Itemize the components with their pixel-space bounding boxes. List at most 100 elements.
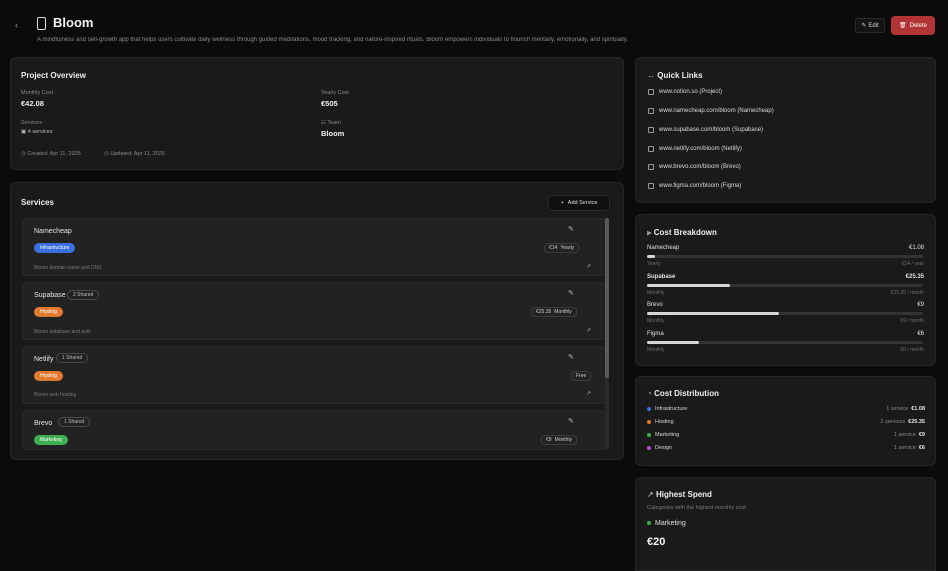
external-link-icon[interactable]: ↗	[586, 263, 591, 270]
phone-icon	[37, 17, 46, 30]
category-name: Design	[655, 445, 673, 451]
edit-service-icon[interactable]: ✎	[568, 289, 574, 297]
breakdown-rate: €25.35 / month	[890, 290, 924, 296]
scrollbar-thumb[interactable]	[605, 218, 609, 378]
distribution-row: Hosting 2 services €25.35	[647, 419, 925, 425]
distribution-meta: 2 services €25.35	[880, 419, 925, 425]
quick-link-label: www.netlify.com/bloom (Netlify)	[659, 146, 742, 152]
shared-chip: 1 Shared	[58, 417, 91, 427]
delete-button[interactable]: 🗑 Delete	[891, 16, 935, 35]
distribution-meta: 1 service €6	[894, 445, 925, 451]
external-link-icon[interactable]: ↗	[586, 327, 591, 334]
price-period: Monthly	[554, 309, 572, 315]
trash-icon: 🗑	[899, 23, 907, 29]
breakdown-value: €6	[917, 331, 924, 337]
services-scrollbar[interactable]	[605, 218, 609, 450]
edit-service-icon[interactable]: ✎	[568, 353, 574, 361]
external-link-icon	[648, 127, 654, 133]
service-item-supabase[interactable]: Supabase 2 Shared Hosting Bloom database…	[22, 282, 606, 340]
team-icon: ☷	[321, 120, 326, 126]
monthly-cost-value: €42.08	[21, 99, 44, 108]
service-count: 1 service	[893, 432, 916, 438]
service-item-netlify[interactable]: Netlify 1 Shared Hosting Bloom web hosti…	[22, 346, 606, 404]
service-name: Namecheap	[34, 228, 72, 235]
price-pill: €25.35 Monthly	[531, 307, 577, 317]
created-date: ◷ Created: Apr 11, 2025	[21, 151, 81, 157]
category-badge: Infrastructure	[34, 243, 76, 253]
service-name: Brevo	[34, 420, 53, 427]
yearly-cost-label: Yearly Cost	[321, 90, 349, 96]
service-item-namecheap[interactable]: Namecheap Infrastructure Bloom domain na…	[22, 218, 606, 276]
quick-link-label: www.figma.com/bloom (Figma)	[659, 183, 742, 189]
quick-link-label: www.namecheap.com/bloom (Namecheap)	[659, 108, 774, 114]
breakdown-bar-fill	[647, 255, 656, 258]
category-name: Hosting	[655, 419, 674, 425]
service-description: Bloom domain name and DNS	[34, 265, 102, 271]
quick-link-item[interactable]: www.supabase.com/bloom (Supabase)	[648, 127, 763, 133]
breakdown-rate: €9 / month	[900, 318, 924, 324]
quick-links-title: ↔ Quick Links	[647, 71, 703, 80]
price-amount: €9	[546, 437, 552, 443]
pie-chart-icon: ◔	[647, 389, 652, 398]
external-link-icon[interactable]: ↗	[586, 390, 591, 397]
shared-chip: 1 Shared	[56, 353, 89, 363]
edit-button[interactable]: ✎ Edit	[855, 18, 885, 33]
quick-link-item[interactable]: www.brevo.com/bloom (Brevo)	[648, 164, 741, 170]
back-chevron-icon[interactable]: ‹	[15, 20, 18, 30]
edit-service-icon[interactable]: ✎	[568, 417, 574, 425]
breakdown-value: €1.08	[908, 245, 924, 251]
breakdown-period: Monthly	[647, 290, 665, 296]
breakdown-period: Yearly	[647, 261, 661, 267]
quick-link-item[interactable]: www.figma.com/bloom (Figma)	[648, 183, 741, 189]
category-dot	[647, 445, 651, 450]
edit-service-icon[interactable]: ✎	[568, 225, 574, 233]
cost-distribution-title-text: Cost Distribution	[654, 389, 719, 398]
page-title: Bloom	[53, 15, 94, 30]
add-service-button[interactable]: + Add Service	[548, 195, 610, 211]
quick-link-item[interactable]: www.notion.so (Project)	[648, 89, 722, 95]
breakdown-bar	[647, 341, 923, 344]
external-link-icon	[648, 164, 654, 170]
trend-icon: ↗	[647, 490, 654, 499]
team-label: ☷ Team	[321, 120, 341, 126]
distribution-meta: 1 service €1.08	[886, 406, 925, 412]
yearly-cost-value: €505	[321, 99, 338, 108]
service-count: 1 service	[886, 406, 909, 412]
team-value: Bloom	[321, 129, 345, 138]
page-header: ‹ Bloom A mindfulness and self-growth ap…	[0, 0, 948, 52]
highest-spend-subtitle: Categories with the highest monthly cost	[647, 505, 746, 511]
quick-links-title-text: Quick Links	[657, 71, 703, 80]
breakdown-rate: €6 / month	[900, 347, 924, 353]
quick-link-label: www.supabase.com/bloom (Supabase)	[659, 127, 764, 133]
external-link-icon	[648, 108, 654, 114]
updated-text: Updated: Apr 11, 2025	[110, 151, 165, 157]
service-count: 1 service	[893, 445, 916, 451]
breakdown-name: Supabase	[647, 274, 676, 280]
add-service-label: Add Service	[567, 200, 598, 206]
breakdown-name: Brevo	[647, 302, 663, 308]
quick-link-item[interactable]: www.namecheap.com/bloom (Namecheap)	[648, 108, 774, 114]
clock-icon: ◷	[104, 151, 109, 157]
external-link-icon	[648, 183, 654, 189]
chart-icon: ⫸	[647, 228, 652, 237]
edit-icon: ✎	[861, 23, 867, 29]
breakdown-value: €9	[917, 302, 924, 308]
category-cost: €1.08	[911, 406, 925, 412]
breakdown-name: Figma	[647, 331, 664, 337]
service-item-brevo[interactable]: Brevo 1 Shared Marketing ✎ €9 Monthly	[22, 410, 606, 450]
breakdown-bar-fill	[647, 312, 780, 315]
price-period: Monthly	[554, 437, 573, 443]
service-description: Bloom database and auth	[34, 329, 91, 335]
project-description: A mindfulness and self-growth app that h…	[37, 37, 628, 43]
price-pill: €14 Yearly	[544, 243, 580, 253]
cost-breakdown-title-text: Cost Breakdown	[653, 228, 717, 237]
shared-chip: 2 Shared	[67, 290, 100, 300]
quick-link-item[interactable]: www.netlify.com/bloom (Netlify)	[648, 146, 742, 152]
price-period: Free	[576, 373, 587, 379]
price-amount: €25.35	[536, 309, 552, 315]
service-count: 2 services	[880, 419, 906, 425]
external-link-icon	[648, 146, 654, 152]
breakdown-bar-fill	[647, 341, 700, 344]
quick-link-label: www.notion.so (Project)	[659, 89, 723, 95]
created-text: Created: Apr 11, 2025	[27, 151, 81, 157]
